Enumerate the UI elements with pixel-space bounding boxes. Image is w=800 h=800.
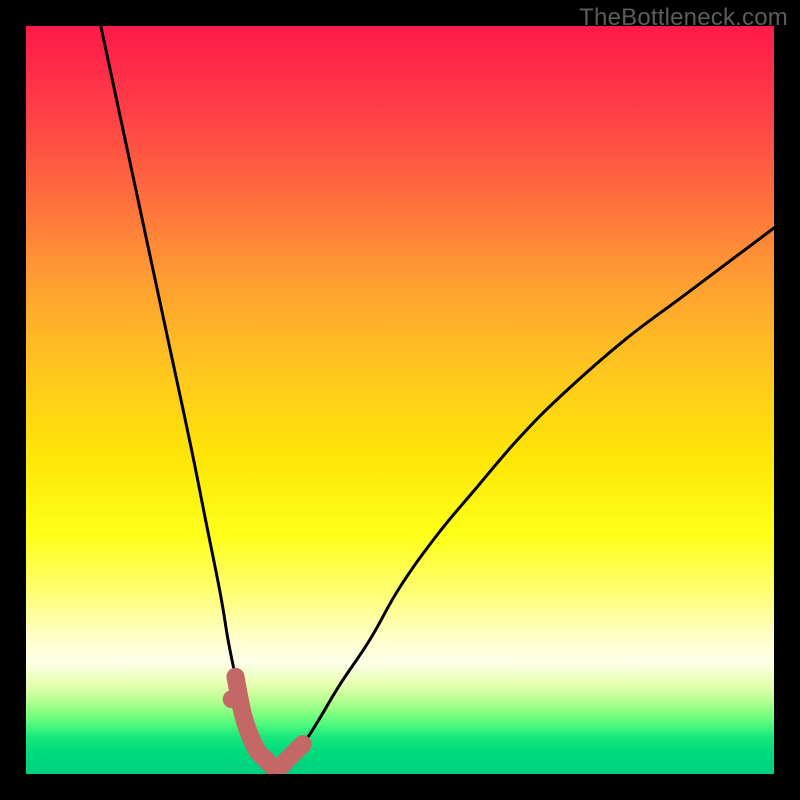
chart-frame: TheBottleneck.com [0,0,800,800]
optimal-range-highlight [26,26,774,774]
watermark-text: TheBottleneck.com [579,4,788,32]
chart-plot-area [26,26,774,774]
